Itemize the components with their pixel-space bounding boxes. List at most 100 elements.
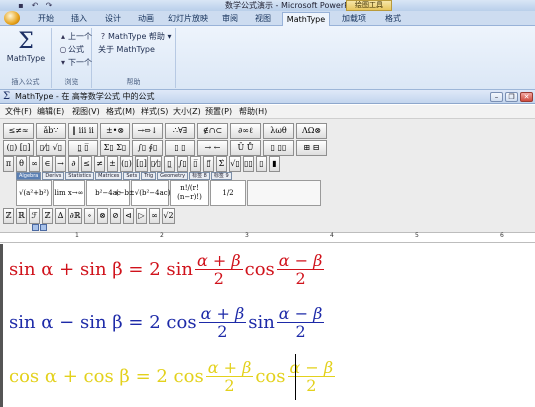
template-matrix[interactable]: ▯▯ [243, 156, 254, 172]
template-half[interactable]: 1/2 [210, 180, 246, 206]
symbol-infinity-2[interactable]: ∞ [149, 208, 160, 224]
tab-9[interactable]: 标签 9 [210, 172, 232, 180]
symbol-delta[interactable]: ∆ [55, 208, 66, 224]
symbol-triangle-left[interactable]: ⊲ [123, 208, 134, 224]
summation-templates[interactable]: Σ▯ Σ▯ [100, 140, 130, 156]
save-icon[interactable]: ▪ [16, 1, 26, 10]
template-quadratic-formula[interactable]: (−b±√(b²−4ac))/2a [116, 180, 184, 206]
next-button[interactable]: ▾ 下一个 [58, 57, 92, 69]
bar-templates[interactable]: ▯ ▯ [165, 140, 195, 156]
menu-size[interactable]: 大小(Z) [173, 105, 201, 119]
tab-animation[interactable]: 动画 [133, 12, 159, 25]
arrows-palette[interactable]: →⇔↓ [132, 123, 163, 139]
symbol-element-of[interactable]: ∈ [42, 156, 53, 172]
template-brackets[interactable]: [▯] [135, 156, 148, 172]
tab-insert[interactable]: 插入 [66, 12, 92, 25]
redo-icon[interactable]: ↷ [44, 1, 54, 10]
symbol-theta[interactable]: θ [16, 156, 27, 172]
fence-templates[interactable]: (▯) [▯] [3, 140, 34, 156]
greek-lower-palette[interactable]: λωθ [263, 123, 294, 139]
symbol-plus-minus[interactable]: ± [107, 156, 118, 172]
tab-geometry[interactable]: Geometry [157, 172, 189, 180]
template-overbar[interactable]: ▯̅ [190, 156, 201, 172]
symbol-neq[interactable]: ≠ [94, 156, 105, 172]
ruler-tab-stop[interactable] [32, 224, 39, 231]
context-tab-drawing-tools[interactable]: 绘图工具 [346, 0, 392, 11]
menu-view[interactable]: 视图(V) [72, 105, 100, 119]
symbol-r[interactable]: ℝ [16, 208, 27, 224]
menu-preferences[interactable]: 预置(P) [205, 105, 232, 119]
minimize-icon[interactable]: – [490, 92, 503, 102]
tab-trig[interactable]: Trig [141, 172, 157, 180]
template-sum[interactable]: Σ̇ [216, 156, 227, 172]
script-templates[interactable]: ▯̲ ▯̅ [68, 140, 98, 156]
template-vector[interactable]: ▯⃗ [203, 156, 214, 172]
symbol-pi[interactable]: π [3, 156, 14, 172]
symbol-z-2[interactable]: ℤ [42, 208, 53, 224]
symbol-ring[interactable]: ∘ [84, 208, 95, 224]
symbol-sqrt2[interactable]: √2 [162, 208, 175, 224]
tab-format[interactable]: 格式 [380, 12, 406, 25]
tab-home[interactable]: 开始 [33, 12, 59, 25]
tab-mathtype[interactable]: MathType [282, 12, 330, 26]
ruler[interactable]: 1 2 3 4 5 6 [0, 224, 535, 243]
operators-palette[interactable]: ±•⊗ [100, 123, 130, 139]
arrow-templates[interactable]: → ← [197, 140, 228, 156]
menu-format[interactable]: 格式(M) [106, 105, 135, 119]
equation-sum-of-sines[interactable]: sin α + sin β = 2 sin α + β2 cos α − β2 [9, 252, 326, 287]
mathtype-help-button[interactable]: ? MathType 帮助 ▾ [98, 31, 172, 43]
ruler-tab-stop[interactable] [40, 224, 47, 231]
tab-8[interactable]: 标签 8 [189, 172, 210, 180]
embellishments-palette[interactable]: ‖ ⅲ ⅱ [68, 123, 98, 139]
tab-sets[interactable]: Sets [123, 172, 141, 180]
tab-derivs[interactable]: Derivs [42, 172, 65, 180]
relations-palette[interactable]: ≤≠≈ [3, 123, 34, 139]
misc-symbols-palette[interactable]: ∂∞ℓ [230, 123, 261, 139]
symbol-oslash[interactable]: ⊘ [110, 208, 121, 224]
product-templates[interactable]: Ū Ů [230, 140, 261, 156]
tab-design[interactable]: 设计 [100, 12, 126, 25]
equation-editing-area[interactable]: sin α + sin β = 2 sin α + β2 cos α − β2 … [0, 244, 535, 407]
menu-edit[interactable]: 编辑(E) [37, 105, 64, 119]
symbol-triangle-right[interactable]: ▷ [136, 208, 147, 224]
symbol-z[interactable]: ℤ [3, 208, 14, 224]
tab-matrices[interactable]: Matrices [95, 172, 123, 180]
symbol-f[interactable]: ℱ [29, 208, 40, 224]
tab-statistics[interactable]: Statistics [65, 172, 95, 180]
restore-icon[interactable]: ❐ [505, 92, 518, 102]
template-combination[interactable]: n!/(r!(n−r)!) [170, 180, 209, 206]
template-filled-box[interactable]: ▮ [269, 156, 280, 172]
prev-button[interactable]: ▴ 上一个 [58, 31, 92, 43]
tab-slideshow[interactable]: 幻灯片放映 [165, 12, 211, 25]
template-box[interactable]: ▯ [256, 156, 267, 172]
fraction-radical-templates[interactable]: ▯⁄▯ √▯ [36, 140, 66, 156]
menu-style[interactable]: 样式(S) [141, 105, 168, 119]
template-limit[interactable]: lim x→∞ [53, 180, 85, 206]
office-button[interactable] [4, 11, 20, 25]
set-theory-palette[interactable]: ∉∩⊂ [197, 123, 228, 139]
matrix-templates[interactable]: ▯ ▯▯ [263, 140, 294, 156]
formula-button[interactable]: ○ 公式 [58, 44, 85, 56]
symbol-leq[interactable]: ≤ [81, 156, 92, 172]
template-integral[interactable]: ∫▯ [177, 156, 188, 172]
symbol-otimes[interactable]: ⊗ [97, 208, 108, 224]
equation-difference-of-sines[interactable]: sin α − sin β = 2 cos α + β2 sin α − β2 [9, 305, 326, 340]
tab-review[interactable]: 审阅 [217, 12, 243, 25]
box-templates[interactable]: ⊞ ⊟ [296, 140, 327, 156]
template-subscript[interactable]: ▯̲ [164, 156, 175, 172]
spaces-palette[interactable]: ǎb∵ [36, 123, 66, 139]
tab-view[interactable]: 视图 [250, 12, 276, 25]
symbol-partial-r[interactable]: ∂ℝ [68, 208, 82, 224]
greek-upper-palette[interactable]: ΛΩ⊗ [296, 123, 327, 139]
menu-file[interactable]: 文件(F) [5, 105, 32, 119]
symbol-infinity[interactable]: ∞ [29, 156, 40, 172]
tab-addins[interactable]: 加载项 [337, 12, 371, 25]
tab-algebra[interactable]: Algebra [16, 172, 42, 180]
template-fraction[interactable]: ▯⁄▯ [150, 156, 162, 172]
equation-sum-of-cosines[interactable]: cos α + cos β = 2 cos α + β2 cos α − β2 [9, 359, 337, 394]
undo-icon[interactable]: ↶ [30, 1, 40, 10]
logic-palette[interactable]: ∴∀∃ [165, 123, 195, 139]
about-mathtype-button[interactable]: 关于 MathType [98, 44, 155, 56]
template-hypotenuse[interactable]: √(a²+b²) [16, 180, 52, 206]
template-sqrt[interactable]: √▯ [229, 156, 241, 172]
